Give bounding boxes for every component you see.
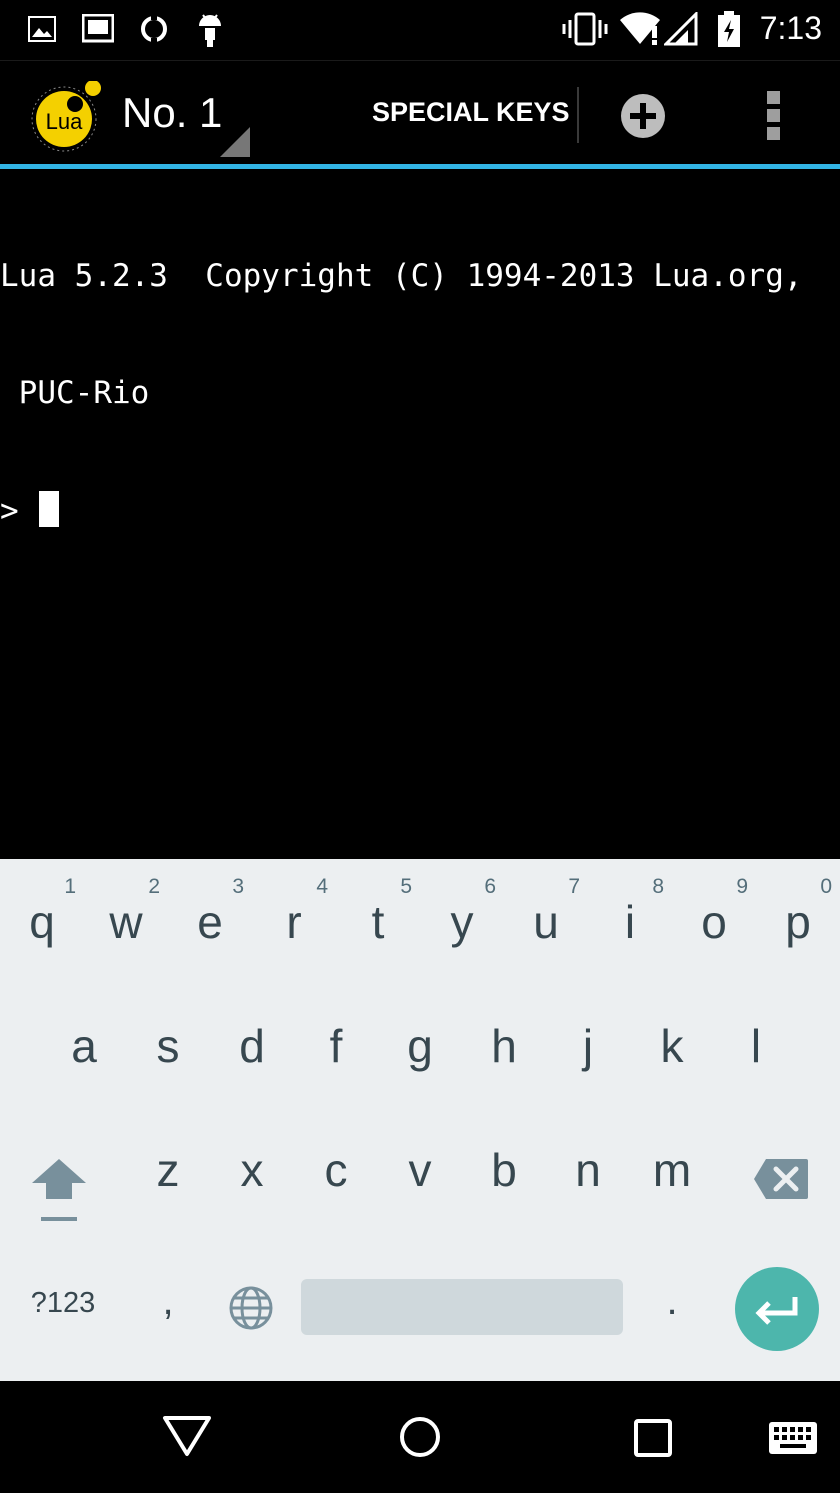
status-bar: 7:13 [0, 0, 840, 60]
navigation-bar [0, 1381, 840, 1493]
enter-key[interactable] [735, 1267, 819, 1351]
terminal-notification-icon [82, 14, 114, 43]
period-key[interactable]: . [630, 1279, 714, 1359]
enter-arrow-icon [755, 1297, 798, 1325]
key-x[interactable]: x [210, 1115, 294, 1243]
wifi-icon [620, 12, 660, 45]
key-p[interactable]: 0p [756, 859, 840, 987]
key-m[interactable]: m [630, 1115, 714, 1243]
soft-keyboard: 1q 2w 3e 4r 5t 6y 7u 8i 9o 0p a s d f g … [0, 859, 840, 1381]
lua-logo-icon[interactable]: Lua [30, 81, 102, 153]
key-e[interactable]: 3e [168, 859, 252, 987]
key-g[interactable]: g [378, 987, 462, 1115]
key-w[interactable]: 2w [84, 859, 168, 987]
symbols-key[interactable]: ?123 [0, 1287, 126, 1327]
session-title[interactable]: No. 1 [122, 89, 222, 137]
key-f[interactable]: f [294, 987, 378, 1115]
vibrate-icon [562, 12, 608, 46]
gallery-icon [28, 16, 56, 42]
key-s[interactable]: s [126, 987, 210, 1115]
overflow-menu-icon[interactable] [764, 89, 784, 141]
backspace-key-icon[interactable] [752, 1157, 810, 1201]
android-icon [199, 14, 221, 47]
key-h[interactable]: h [462, 987, 546, 1115]
key-n[interactable]: n [546, 1115, 630, 1243]
key-o[interactable]: 9o [672, 859, 756, 987]
lua-logo-text: Lua [46, 109, 83, 134]
terminal-line: Lua 5.2.3 Copyright (C) 1994-2013 Lua.or… [0, 258, 803, 294]
terminal-cursor [38, 491, 59, 527]
key-i[interactable]: 8i [588, 859, 672, 987]
key-z[interactable]: z [126, 1115, 210, 1243]
space-bar[interactable] [301, 1279, 623, 1335]
key-u[interactable]: 7u [504, 859, 588, 987]
sync-icon [141, 14, 167, 44]
special-keys-button[interactable]: SPECIAL KEYS [372, 97, 570, 128]
key-v[interactable]: v [378, 1115, 462, 1243]
action-bar-divider [577, 87, 579, 143]
home-icon[interactable] [398, 1415, 442, 1459]
action-bar: Lua No. 1 SPECIAL KEYS [0, 60, 840, 164]
recents-icon[interactable] [634, 1419, 672, 1457]
key-a[interactable]: a [42, 987, 126, 1115]
key-k[interactable]: k [630, 987, 714, 1115]
shift-key-icon[interactable] [28, 1155, 90, 1225]
terminal-prompt-line: > [0, 491, 840, 531]
key-c[interactable]: c [294, 1115, 378, 1243]
key-d[interactable]: d [210, 987, 294, 1115]
dropdown-corner-icon[interactable] [220, 127, 250, 157]
clock: 7:13 [759, 10, 822, 46]
back-icon[interactable] [162, 1415, 212, 1457]
key-q[interactable]: 1q [0, 859, 84, 987]
cell-signal-icon [664, 12, 698, 46]
globe-icon[interactable] [228, 1285, 274, 1331]
battery-charging-icon [718, 11, 740, 47]
terminal-line: PUC-Rio [0, 375, 150, 411]
terminal-output[interactable]: Lua 5.2.3 Copyright (C) 1994-2013 Lua.or… [0, 169, 840, 859]
key-b[interactable]: b [462, 1115, 546, 1243]
key-l[interactable]: l [714, 987, 798, 1115]
prompt-symbol: > [0, 493, 19, 529]
key-y[interactable]: 6y [420, 859, 504, 987]
add-window-icon[interactable] [620, 93, 666, 139]
key-j[interactable]: j [546, 987, 630, 1115]
key-t[interactable]: 5t [336, 859, 420, 987]
key-r[interactable]: 4r [252, 859, 336, 987]
comma-key[interactable]: , [126, 1279, 210, 1359]
keyboard-switch-icon[interactable] [768, 1421, 818, 1455]
